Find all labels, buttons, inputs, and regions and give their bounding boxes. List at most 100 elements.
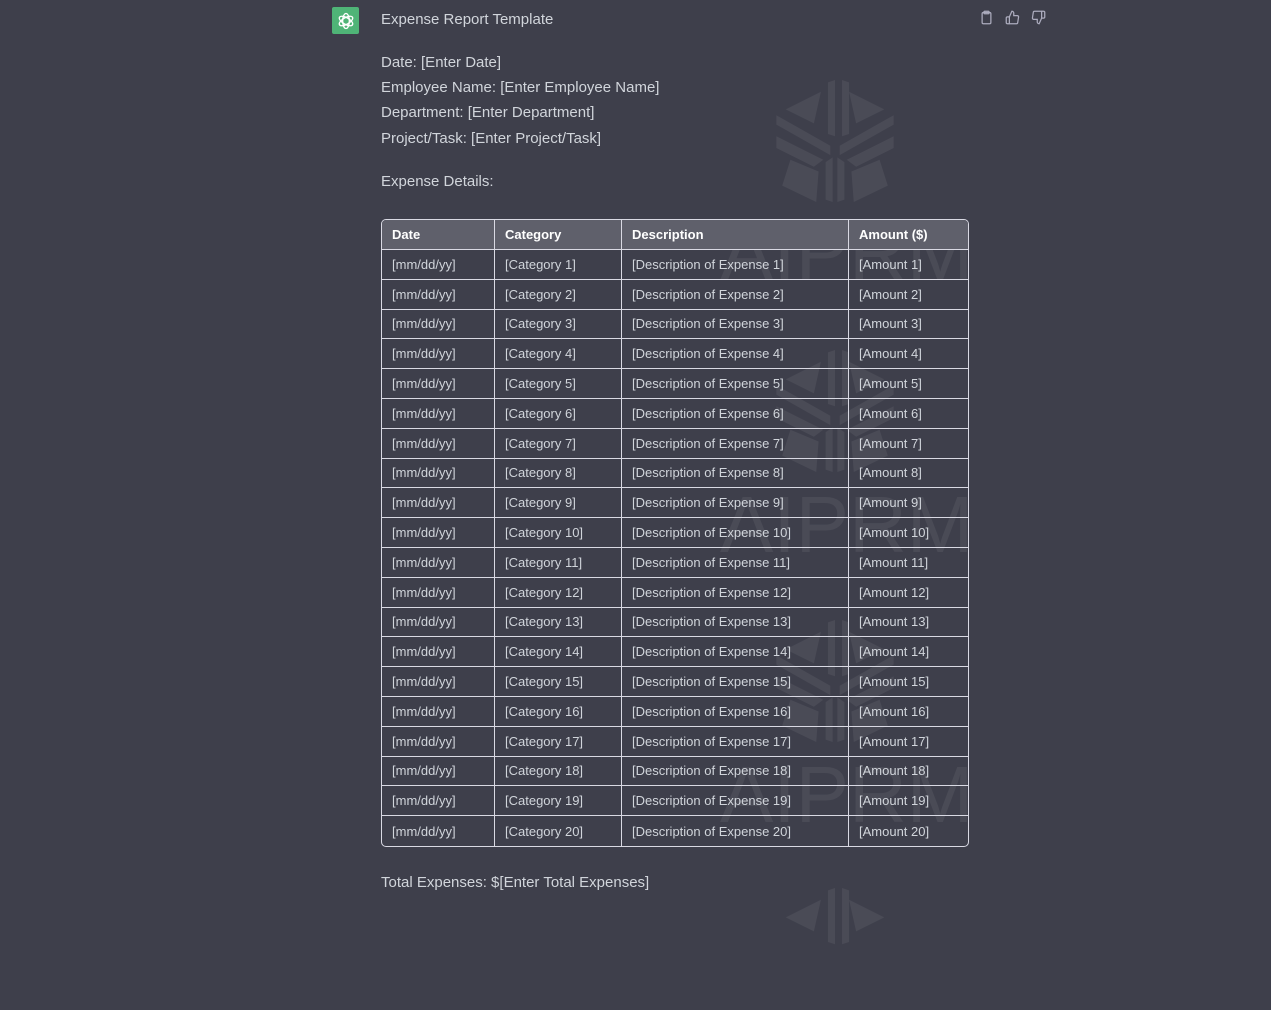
cell-amount: [Amount 16] [849,697,968,727]
cell-description: [Description of Expense 14] [622,637,849,668]
table-row: [mm/dd/yy] [Category 2] [Description of Ex… [382,279,968,310]
cell-category: [Category 4] [495,339,622,370]
cell-date: [mm/dd/yy] [382,607,495,638]
cell-date: [mm/dd/yy] [382,279,495,310]
cell-category: [Category 18] [495,756,622,787]
cell-category: [Category 19] [495,786,622,817]
cell-date: [mm/dd/yy] [382,637,495,668]
cell-description: [Description of Expense 4] [622,339,849,370]
cell-description: [Description of Expense 2] [622,279,849,310]
cell-description: [Description of Expense 18] [622,756,849,787]
aiprm-watermark-logo-icon [776,80,894,202]
message-title: Expense Report Template [381,11,554,28]
cell-category: [Category 3] [495,309,622,340]
cell-description: [Description of Expense 10] [622,518,849,548]
cell-description: [Description of Expense 9] [622,488,849,519]
aiprm-watermark-logo-icon [785,888,885,945]
cell-date: [mm/dd/yy] [382,518,495,548]
cell-category: [Category 10] [495,518,622,548]
cell-date: [mm/dd/yy] [382,816,495,846]
table-row: [mm/dd/yy] [Category 14] [Description of E… [382,637,968,668]
thumbs-up-icon [1005,10,1019,24]
cell-date: [mm/dd/yy] [382,398,495,429]
cell-date: [mm/dd/yy] [382,786,495,817]
cell-amount: [Amount 12] [849,578,968,608]
cell-description: [Description of Expense 19] [622,786,849,817]
message-actions [977,8,1047,26]
cell-date: [mm/dd/yy] [382,696,495,727]
table-row: [mm/dd/yy] [Category 16] [Description of E… [382,696,968,727]
header-description: Description [622,220,849,250]
cell-description: [Description of Expense 3] [622,309,849,340]
cell-date: [mm/dd/yy] [382,309,495,340]
cell-category: [Category 16] [495,696,622,727]
copy-button[interactable] [977,8,995,26]
cell-category: [Category 2] [495,279,622,310]
table-row: [mm/dd/yy] [Category 20] [Description of E… [382,816,968,846]
cell-description: [Description of Expense 17] [622,726,849,757]
cell-category: [Category 14] [495,637,622,668]
cell-category: [Category 13] [495,607,622,638]
cell-category: [Category 1] [495,250,622,280]
table-row: [mm/dd/yy] [Category 12] [Description of E… [382,577,968,608]
table-row: [mm/dd/yy] [Category 3] [Description of Ex… [382,309,968,340]
cell-category: [Category 9] [495,488,622,519]
table-header-row: Date Category Description Amount ($) [382,220,968,250]
header-amount: Amount ($) [849,220,968,250]
header-category: Category [495,220,622,250]
cell-description: [Description of Expense 8] [622,458,849,489]
cell-category: [Category 11] [495,547,622,578]
cell-amount: [Amount 5] [849,369,968,399]
cell-date: [mm/dd/yy] [382,756,495,787]
cell-category: [Category 15] [495,667,622,697]
cell-date: [mm/dd/yy] [382,339,495,370]
field-date: Date: [Enter Date] [381,54,502,71]
cell-category: [Category 12] [495,577,622,608]
cell-amount: [Amount 14] [849,637,968,668]
cell-date: [mm/dd/yy] [382,369,495,399]
cell-date: [mm/dd/yy] [382,250,495,280]
cell-date: [mm/dd/yy] [382,547,495,578]
cell-date: [mm/dd/yy] [382,726,495,757]
cell-amount: [Amount 11] [849,548,968,578]
cell-date: [mm/dd/yy] [382,458,495,489]
cell-amount: [Amount 2] [849,280,968,310]
cell-amount: [Amount 9] [849,488,968,519]
cell-category: [Category 6] [495,398,622,429]
cell-category: [Category 7] [495,428,622,459]
table-row: [mm/dd/yy] [Category 1] [Description of Ex… [382,250,968,280]
cell-description: [Description of Expense 5] [622,369,849,399]
cell-category: [Category 20] [495,816,622,846]
cell-amount: [Amount 20] [859,823,930,839]
thumbs-up-button[interactable] [1003,8,1021,26]
field-department: Department: [Enter Department] [381,104,595,121]
cell-date: [mm/dd/yy] [382,488,495,519]
table-row: [mm/dd/yy] [Category 6] [Description of Ex… [382,398,968,429]
openai-logo-icon [332,7,359,34]
table-row: [mm/dd/yy] [Category 10] [Description of E… [382,518,968,548]
table-row: [mm/dd/yy] [Category 11] [Description of E… [382,547,968,578]
cell-amount: [Amount 6] [849,399,968,429]
clipboard-icon [981,10,991,24]
cell-description: [Description of Expense 12] [622,577,849,608]
cell-date: [mm/dd/yy] [382,577,495,608]
cell-date: [mm/dd/yy] [382,667,495,697]
table-row: [mm/dd/yy] [Category 4] [Description of Ex… [382,339,968,370]
cell-description: [Description of Expense 1] [622,250,849,280]
cell-description: [Description of Expense 6] [622,398,849,429]
assistant-message: AIPRM AIPRM AIPRM Expense Report Templat… [0,0,1271,945]
cell-category: [Category 17] [495,726,622,757]
table-row: [mm/dd/yy] [Category 5] [Description of Ex… [382,369,968,399]
field-employee-name: Employee Name: [Enter Employee Name] [381,79,660,96]
cell-amount: [Amount 15] [849,667,968,697]
table-row: [mm/dd/yy] [Category 17] [Description of E… [382,726,968,757]
cell-description: [Description of Expense 15] [622,667,849,697]
cell-description: [Description of Expense 7] [622,428,849,459]
table-row: [mm/dd/yy] [Category 7] [Description of Ex… [382,428,968,459]
table-row: [mm/dd/yy] [Category 9] [Description of Ex… [382,488,968,519]
cell-amount: [Amount 3] [849,310,968,340]
cell-amount: [Amount 17] [849,727,968,757]
table-row: [mm/dd/yy] [Category 18] [Description of E… [382,756,968,787]
thumbs-down-button[interactable] [1029,8,1047,26]
cell-date: [mm/dd/yy] [382,428,495,459]
